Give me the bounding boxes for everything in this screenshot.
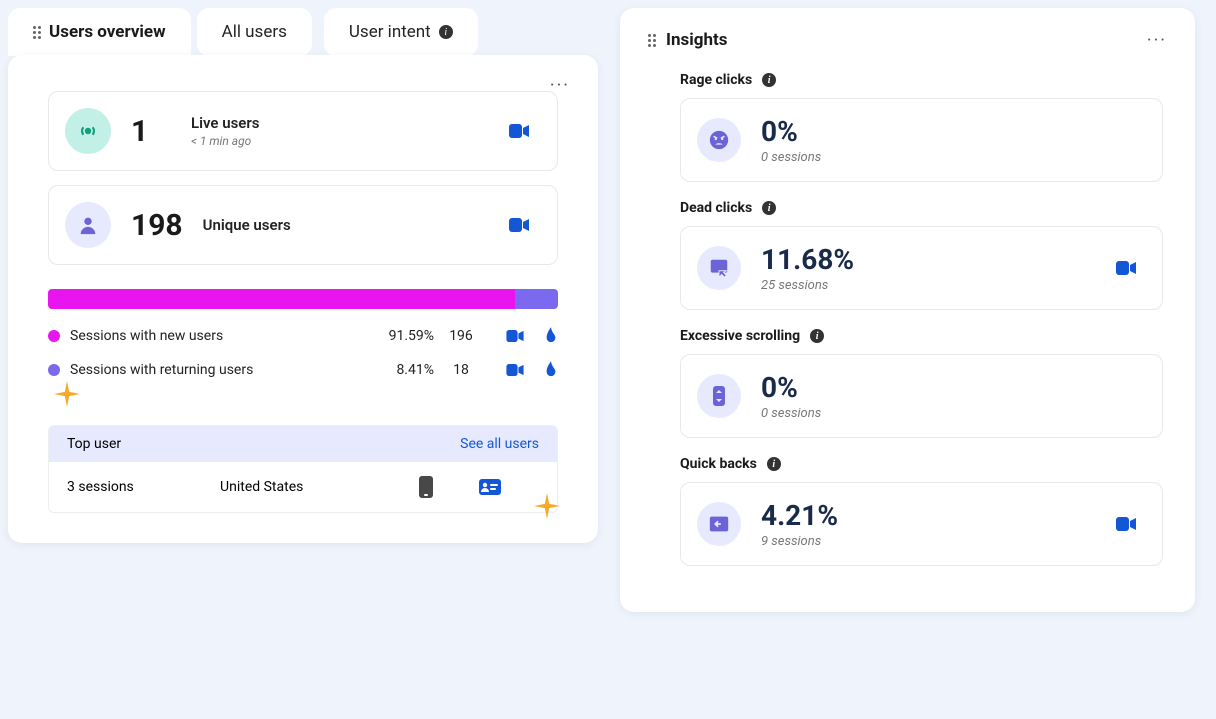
metric-sub: 25 sessions	[761, 278, 1096, 293]
metric-sub: 9 sessions	[761, 534, 1096, 549]
top-user-row: 3 sessions United States	[49, 462, 557, 512]
insights-header: Insights	[644, 28, 1163, 62]
metric-title: Dead clicks	[680, 200, 752, 216]
metric-value: 0%	[761, 371, 1136, 404]
info-icon[interactable]: i	[762, 201, 776, 215]
tab-all-users[interactable]: All users	[197, 8, 312, 56]
legend-pct: 8.41%	[374, 362, 434, 378]
top-user-panel: Top user See all users 3 sessions United…	[48, 425, 558, 513]
sparkle-icon	[534, 493, 560, 519]
drag-handle-icon	[33, 26, 41, 39]
users-overview-card: ··· 1 Live users < 1 min ago	[8, 55, 598, 543]
live-icon	[65, 108, 111, 154]
metric-sub: 0 sessions	[761, 406, 1136, 421]
top-user-title: Top user	[67, 436, 121, 452]
legend-returning-users: Sessions with returning users 8.41% 18	[48, 361, 558, 379]
tab-label: All users	[222, 22, 287, 42]
sessions-progress-bar	[48, 289, 558, 309]
legend-count: 196	[444, 328, 478, 344]
metric-title: Rage clicks	[680, 72, 752, 88]
more-options-icon[interactable]: ···	[550, 75, 570, 96]
metric-rage-clicks: Rage clicks i 0% 0 sessions	[680, 72, 1163, 182]
live-label: Live users	[191, 114, 489, 132]
insights-title: Insights	[666, 30, 727, 50]
metric-value: 0%	[761, 115, 1136, 148]
legend-label: Sessions with new users	[70, 328, 364, 344]
sparkle-icon	[54, 381, 80, 407]
mobile-device-icon	[419, 476, 479, 498]
tab-label: User intent	[349, 22, 431, 42]
tab-user-intent[interactable]: User intent i	[324, 8, 478, 56]
metric-excessive-scrolling: Excessive scrolling i 0% 0 sessions	[680, 328, 1163, 438]
dead-click-cursor-icon	[697, 246, 741, 290]
metric-quick-backs: Quick backs i 4.21% 9 sessions	[680, 456, 1163, 566]
scroll-icon	[697, 374, 741, 418]
camera-icon[interactable]	[506, 364, 524, 376]
legend-label: Sessions with returning users	[70, 362, 364, 378]
back-arrow-icon	[697, 502, 741, 546]
legend-dot-icon	[48, 364, 60, 376]
metric-value: 4.21%	[761, 499, 1096, 532]
info-icon[interactable]: i	[767, 457, 781, 471]
camera-icon[interactable]	[509, 218, 529, 232]
legend-pct: 91.59%	[374, 328, 434, 344]
live-sub: < 1 min ago	[191, 134, 489, 148]
metric-dead-clicks: Dead clicks i 11.68% 25 sessions	[680, 200, 1163, 310]
camera-icon[interactable]	[1116, 517, 1136, 531]
metric-sub: 0 sessions	[761, 150, 1136, 165]
top-user-header: Top user See all users	[49, 426, 557, 462]
rage-face-icon	[697, 118, 741, 162]
see-all-users-link[interactable]: See all users	[460, 436, 539, 452]
camera-icon[interactable]	[509, 124, 529, 138]
progress-segment-returning	[515, 289, 558, 309]
metric-title: Quick backs	[680, 456, 757, 472]
fire-icon[interactable]	[544, 327, 558, 345]
camera-icon[interactable]	[506, 330, 524, 342]
unique-value: 198	[131, 208, 183, 243]
tab-label: Users overview	[49, 22, 166, 42]
metric-title: Excessive scrolling	[680, 328, 800, 344]
legend-count: 18	[444, 362, 478, 378]
info-icon[interactable]: i	[762, 73, 776, 87]
unique-users-stat: 198 Unique users	[48, 185, 558, 265]
info-icon[interactable]: i	[439, 25, 453, 39]
legend-dot-icon	[48, 330, 60, 342]
tab-users-overview[interactable]: Users overview	[8, 8, 191, 56]
drag-handle-icon	[648, 34, 656, 47]
more-options-icon[interactable]: ···	[1147, 30, 1167, 51]
tabs: Users overview All users User intent i	[8, 8, 598, 56]
insights-card: ··· Insights Rage clicks i 0% 0 sess	[620, 8, 1195, 612]
legend-new-users: Sessions with new users 91.59% 196	[48, 327, 558, 345]
info-icon[interactable]: i	[810, 329, 824, 343]
live-value: 1	[131, 114, 171, 149]
user-icon	[65, 202, 111, 248]
id-card-icon[interactable]	[479, 479, 539, 495]
top-user-country: United States	[220, 479, 419, 495]
fire-icon[interactable]	[544, 361, 558, 379]
camera-icon[interactable]	[1116, 261, 1136, 275]
live-users-stat: 1 Live users < 1 min ago	[48, 91, 558, 171]
unique-label: Unique users	[203, 216, 489, 234]
progress-segment-new	[48, 289, 515, 309]
top-user-sessions: 3 sessions	[67, 479, 220, 495]
metric-value: 11.68%	[761, 243, 1096, 276]
